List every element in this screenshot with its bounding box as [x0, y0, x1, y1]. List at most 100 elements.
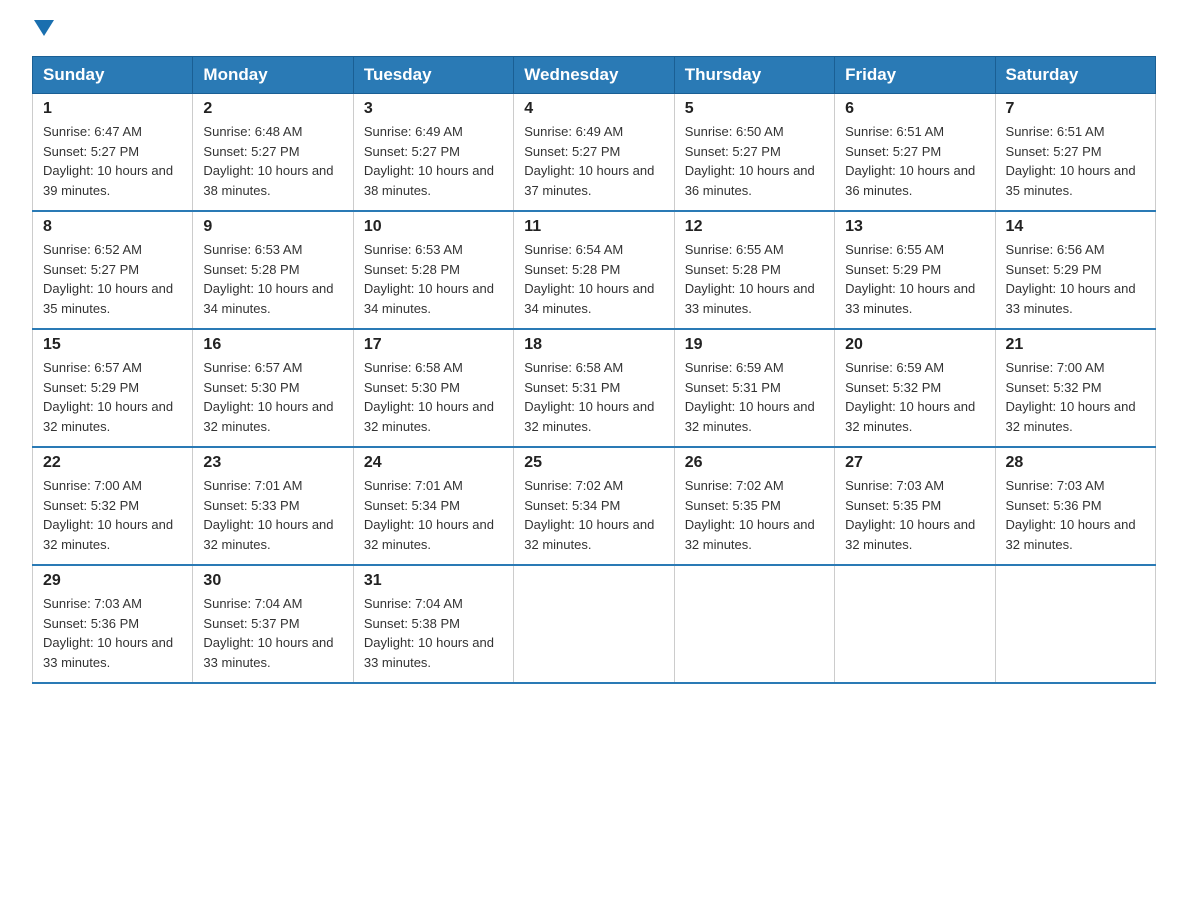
day-number: 12: [685, 218, 824, 236]
day-number: 25: [524, 454, 663, 472]
day-number: 9: [203, 218, 342, 236]
day-number: 13: [845, 218, 984, 236]
calendar-cell: 19Sunrise: 6:59 AMSunset: 5:31 PMDayligh…: [674, 329, 834, 447]
day-info: Sunrise: 6:58 AMSunset: 5:30 PMDaylight:…: [364, 358, 503, 436]
calendar-cell: 22 Sunrise: 7:00 AMSunset: 5:32 PMDayligh…: [33, 447, 193, 565]
day-info: Sunrise: 6:49 AMSunset: 5:27 PMDaylight:…: [364, 122, 503, 200]
day-number: 17: [364, 336, 503, 354]
day-info: Sunrise: 6:58 AMSunset: 5:31 PMDaylight:…: [524, 358, 663, 436]
calendar-header-wednesday: Wednesday: [514, 57, 674, 94]
day-number: 30: [203, 572, 342, 590]
calendar-header-sunday: Sunday: [33, 57, 193, 94]
day-number: 22: [43, 454, 182, 472]
day-info: Sunrise: 6:59 AMSunset: 5:32 PMDaylight:…: [845, 358, 984, 436]
calendar-cell: 15 Sunrise: 6:57 AMSunset: 5:29 PMDayligh…: [33, 329, 193, 447]
calendar-cell: [995, 565, 1155, 683]
day-info: Sunrise: 6:56 AMSunset: 5:29 PMDaylight:…: [1006, 240, 1145, 318]
logo-triangle-icon: [34, 20, 54, 36]
calendar-header-friday: Friday: [835, 57, 995, 94]
day-info: Sunrise: 6:55 AMSunset: 5:28 PMDaylight:…: [685, 240, 824, 318]
day-number: 3: [364, 100, 503, 118]
calendar-week-row: 8 Sunrise: 6:52 AMSunset: 5:27 PMDaylight…: [33, 211, 1156, 329]
day-info: Sunrise: 6:50 AMSunset: 5:27 PMDaylight:…: [685, 122, 824, 200]
day-number: 16: [203, 336, 342, 354]
day-info: Sunrise: 7:04 AMSunset: 5:38 PMDaylight:…: [364, 594, 503, 672]
calendar-cell: 12 Sunrise: 6:55 AMSunset: 5:28 PMDayligh…: [674, 211, 834, 329]
day-info: Sunrise: 6:47 AMSunset: 5:27 PMDaylight:…: [43, 122, 182, 200]
day-number: 10: [364, 218, 503, 236]
day-number: 29: [43, 572, 182, 590]
calendar-cell: 6 Sunrise: 6:51 AMSunset: 5:27 PMDaylight…: [835, 94, 995, 212]
day-number: 18: [524, 336, 663, 354]
calendar-header-row: SundayMondayTuesdayWednesdayThursdayFrid…: [33, 57, 1156, 94]
calendar-cell: 16 Sunrise: 6:57 AMSunset: 5:30 PMDayligh…: [193, 329, 353, 447]
calendar-cell: 27Sunrise: 7:03 AMSunset: 5:35 PMDayligh…: [835, 447, 995, 565]
calendar-header-saturday: Saturday: [995, 57, 1155, 94]
day-number: 26: [685, 454, 824, 472]
day-info: Sunrise: 6:53 AMSunset: 5:28 PMDaylight:…: [203, 240, 342, 318]
day-number: 11: [524, 218, 663, 236]
day-info: Sunrise: 6:59 AMSunset: 5:31 PMDaylight:…: [685, 358, 824, 436]
day-info: Sunrise: 6:48 AMSunset: 5:27 PMDaylight:…: [203, 122, 342, 200]
day-number: 15: [43, 336, 182, 354]
day-info: Sunrise: 6:52 AMSunset: 5:27 PMDaylight:…: [43, 240, 182, 318]
calendar-cell: 18 Sunrise: 6:58 AMSunset: 5:31 PMDayligh…: [514, 329, 674, 447]
calendar-cell: 29 Sunrise: 7:03 AMSunset: 5:36 PMDayligh…: [33, 565, 193, 683]
calendar-table: SundayMondayTuesdayWednesdayThursdayFrid…: [32, 56, 1156, 684]
day-number: 7: [1006, 100, 1145, 118]
calendar-cell: 31 Sunrise: 7:04 AMSunset: 5:38 PMDayligh…: [353, 565, 513, 683]
day-info: Sunrise: 6:51 AMSunset: 5:27 PMDaylight:…: [845, 122, 984, 200]
calendar-cell: 30 Sunrise: 7:04 AMSunset: 5:37 PMDayligh…: [193, 565, 353, 683]
day-number: 28: [1006, 454, 1145, 472]
calendar-cell: 8 Sunrise: 6:52 AMSunset: 5:27 PMDaylight…: [33, 211, 193, 329]
day-info: Sunrise: 6:57 AMSunset: 5:29 PMDaylight:…: [43, 358, 182, 436]
day-info: Sunrise: 6:54 AMSunset: 5:28 PMDaylight:…: [524, 240, 663, 318]
calendar-cell: 25Sunrise: 7:02 AMSunset: 5:34 PMDayligh…: [514, 447, 674, 565]
day-info: Sunrise: 6:57 AMSunset: 5:30 PMDaylight:…: [203, 358, 342, 436]
calendar-cell: 5 Sunrise: 6:50 AMSunset: 5:27 PMDaylight…: [674, 94, 834, 212]
calendar-cell: 24Sunrise: 7:01 AMSunset: 5:34 PMDayligh…: [353, 447, 513, 565]
calendar-header-tuesday: Tuesday: [353, 57, 513, 94]
day-info: Sunrise: 7:04 AMSunset: 5:37 PMDaylight:…: [203, 594, 342, 672]
calendar-cell: 23Sunrise: 7:01 AMSunset: 5:33 PMDayligh…: [193, 447, 353, 565]
day-info: Sunrise: 6:53 AMSunset: 5:28 PMDaylight:…: [364, 240, 503, 318]
logo: [32, 24, 54, 40]
day-info: Sunrise: 7:03 AMSunset: 5:36 PMDaylight:…: [43, 594, 182, 672]
calendar-cell: 20 Sunrise: 6:59 AMSunset: 5:32 PMDayligh…: [835, 329, 995, 447]
day-number: 2: [203, 100, 342, 118]
day-info: Sunrise: 6:51 AMSunset: 5:27 PMDaylight:…: [1006, 122, 1145, 200]
calendar-cell: 17 Sunrise: 6:58 AMSunset: 5:30 PMDayligh…: [353, 329, 513, 447]
day-number: 5: [685, 100, 824, 118]
day-number: 31: [364, 572, 503, 590]
calendar-week-row: 15 Sunrise: 6:57 AMSunset: 5:29 PMDayligh…: [33, 329, 1156, 447]
calendar-cell: [674, 565, 834, 683]
calendar-cell: 9 Sunrise: 6:53 AMSunset: 5:28 PMDaylight…: [193, 211, 353, 329]
day-number: 4: [524, 100, 663, 118]
calendar-week-row: 22 Sunrise: 7:00 AMSunset: 5:32 PMDayligh…: [33, 447, 1156, 565]
calendar-cell: 13Sunrise: 6:55 AMSunset: 5:29 PMDayligh…: [835, 211, 995, 329]
calendar-cell: 1 Sunrise: 6:47 AMSunset: 5:27 PMDaylight…: [33, 94, 193, 212]
day-info: Sunrise: 7:01 AMSunset: 5:34 PMDaylight:…: [364, 476, 503, 554]
day-info: Sunrise: 7:00 AMSunset: 5:32 PMDaylight:…: [1006, 358, 1145, 436]
day-info: Sunrise: 7:03 AMSunset: 5:35 PMDaylight:…: [845, 476, 984, 554]
calendar-cell: [514, 565, 674, 683]
calendar-cell: [835, 565, 995, 683]
page-header: [32, 24, 1156, 40]
calendar-cell: 7 Sunrise: 6:51 AMSunset: 5:27 PMDaylight…: [995, 94, 1155, 212]
calendar-cell: 10 Sunrise: 6:53 AMSunset: 5:28 PMDayligh…: [353, 211, 513, 329]
calendar-cell: 4 Sunrise: 6:49 AMSunset: 5:27 PMDaylight…: [514, 94, 674, 212]
day-info: Sunrise: 6:49 AMSunset: 5:27 PMDaylight:…: [524, 122, 663, 200]
calendar-week-row: 29 Sunrise: 7:03 AMSunset: 5:36 PMDayligh…: [33, 565, 1156, 683]
calendar-cell: 11 Sunrise: 6:54 AMSunset: 5:28 PMDayligh…: [514, 211, 674, 329]
calendar-cell: 28Sunrise: 7:03 AMSunset: 5:36 PMDayligh…: [995, 447, 1155, 565]
calendar-week-row: 1 Sunrise: 6:47 AMSunset: 5:27 PMDaylight…: [33, 94, 1156, 212]
calendar-header-thursday: Thursday: [674, 57, 834, 94]
calendar-cell: 14Sunrise: 6:56 AMSunset: 5:29 PMDayligh…: [995, 211, 1155, 329]
day-number: 8: [43, 218, 182, 236]
day-info: Sunrise: 7:02 AMSunset: 5:35 PMDaylight:…: [685, 476, 824, 554]
day-number: 6: [845, 100, 984, 118]
calendar-cell: 2 Sunrise: 6:48 AMSunset: 5:27 PMDaylight…: [193, 94, 353, 212]
day-number: 20: [845, 336, 984, 354]
day-info: Sunrise: 7:00 AMSunset: 5:32 PMDaylight:…: [43, 476, 182, 554]
day-number: 1: [43, 100, 182, 118]
